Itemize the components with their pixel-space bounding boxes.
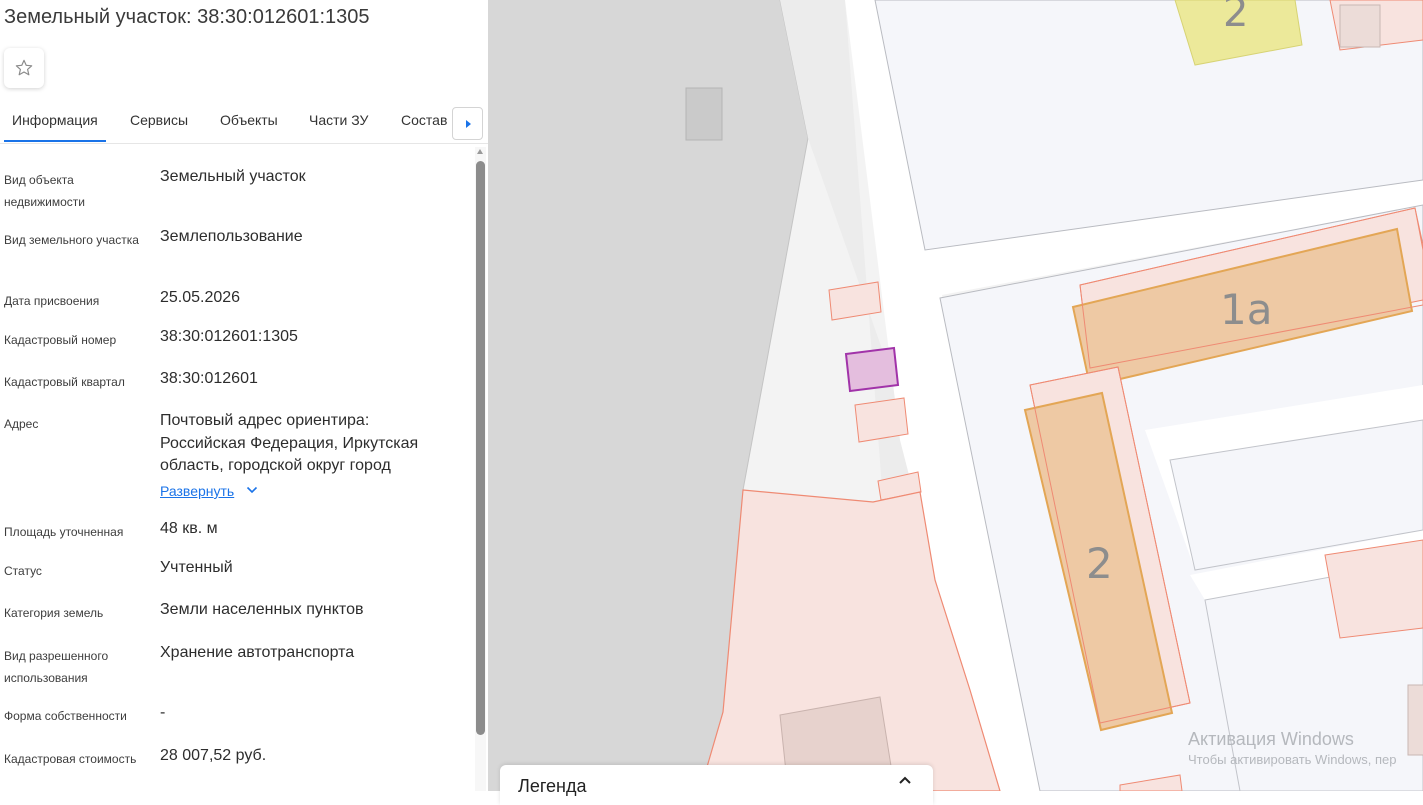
chevron-up-icon[interactable] — [898, 775, 912, 785]
map-view[interactable]: 2 1а 2 — [488, 0, 1423, 791]
field-value: Учтенный — [160, 559, 233, 576]
info-panel: Земельный участок: 38:30:012601:1305 Инф… — [0, 0, 488, 791]
legend-panel[interactable]: Легенда — [500, 765, 933, 805]
field-value: 38:30:012601:1305 — [160, 328, 298, 345]
map-label-top: 2 — [1223, 0, 1248, 36]
tab-services[interactable]: Сервисы — [130, 112, 188, 128]
map-canvas[interactable]: 2 1а 2 — [488, 0, 1423, 791]
favorite-button[interactable] — [4, 48, 44, 88]
tabs-next-button[interactable] — [452, 107, 483, 140]
field-label: Вид земельного участка — [4, 233, 139, 247]
field-value: 38:30:012601 — [160, 370, 258, 387]
expand-address-link[interactable]: Развернуть — [160, 483, 234, 499]
small-top-right — [1339, 4, 1381, 48]
field-value: 48 кв. м — [160, 520, 218, 537]
field-value: Почтовый адрес ориентира: Российская Фед… — [160, 412, 419, 474]
legend-title: Легенда — [518, 776, 587, 796]
page-title: Земельный участок: 38:30:012601:1305 — [4, 6, 370, 28]
parcel-small-2 — [854, 397, 909, 443]
field-label: Площадь уточненная — [4, 525, 124, 539]
field-label: Дата присвоения — [4, 294, 100, 308]
windows-activation-watermark: Активация Windows Чтобы активировать Win… — [1188, 727, 1397, 769]
field-label: Вид разрешенного использования — [4, 649, 109, 685]
tab-composition[interactable]: Состав — [401, 112, 447, 128]
tab-bar: Информация Сервисы Объекты Части ЗУ Сост… — [0, 102, 488, 144]
tab-information[interactable]: Информация — [4, 112, 106, 142]
chevron-right-icon — [465, 119, 471, 128]
scroll-up-arrow[interactable] — [477, 149, 483, 154]
parcel-selected — [844, 346, 900, 393]
field-value: Землепользование — [160, 228, 303, 245]
field-label: Вид объекта недвижимости — [4, 173, 85, 209]
field-label: Кадастровая стоимость — [4, 752, 137, 766]
field-label: Кадастровый номер — [4, 333, 117, 347]
field-value: 28 007,52 руб. — [160, 747, 267, 764]
field-value: - — [160, 704, 166, 721]
field-value: Земли населенных пунктов — [160, 601, 364, 618]
field-label: Статус — [4, 564, 42, 578]
watermark-title: Активация Windows — [1188, 729, 1354, 749]
field-label: Форма собственности — [4, 709, 127, 723]
small-structure — [685, 87, 723, 141]
watermark-subtitle: Чтобы активировать Windows, пер — [1188, 752, 1397, 767]
tab-parts[interactable]: Части ЗУ — [309, 112, 368, 128]
field-label: Адрес — [4, 417, 39, 431]
field-value: Земельный участок — [160, 168, 306, 185]
map-label-1a: 1а — [1220, 285, 1272, 334]
tab-objects[interactable]: Объекты — [220, 112, 278, 128]
small-right — [1407, 684, 1423, 756]
star-icon — [15, 59, 33, 76]
field-label: Категория земель — [4, 606, 104, 620]
scrollbar-thumb[interactable] — [476, 161, 485, 735]
field-label: Кадастровый квартал — [4, 375, 125, 389]
field-value: 25.05.2026 — [160, 289, 241, 306]
field-value: Хранение автотранспорта — [160, 644, 355, 661]
parcel-right — [1324, 539, 1423, 639]
chevron-down-icon[interactable] — [246, 486, 258, 494]
map-label-2: 2 — [1086, 539, 1113, 588]
panel-scrollbar[interactable] — [475, 147, 486, 791]
